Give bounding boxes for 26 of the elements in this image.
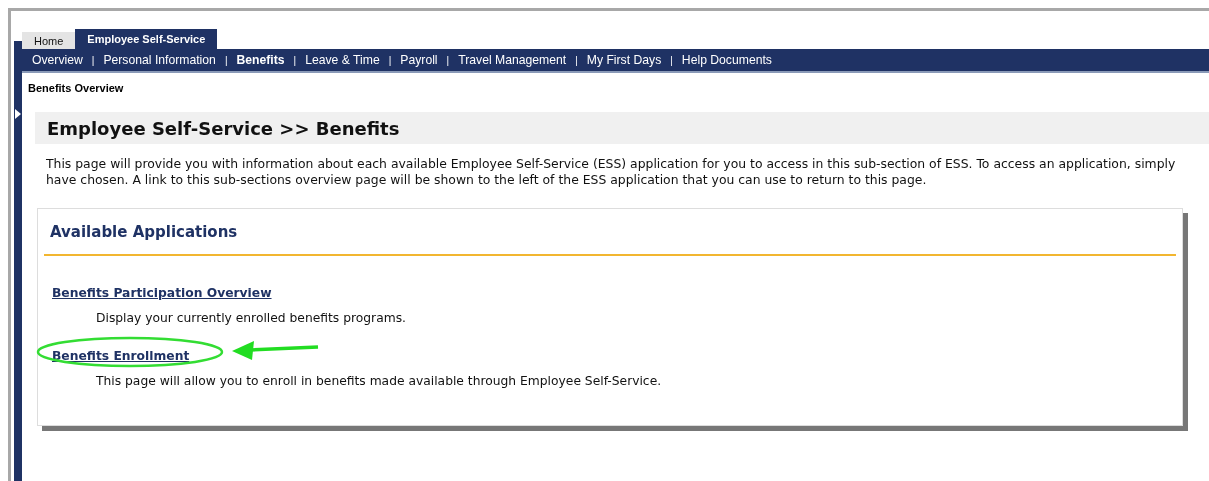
page-title: Employee Self-Service >> Benefits xyxy=(35,112,1209,144)
expand-arrow-icon[interactable] xyxy=(15,109,21,119)
nav-link[interactable]: My First Days xyxy=(586,53,662,67)
intro-text: This page will provide you with information about each available Employee Self-Service (ESS) application for you to access in this sub-section of ESS. To access an application, simply xyxy=(46,156,1177,172)
nav-link[interactable]: Leave & Time xyxy=(305,53,380,67)
nav-link[interactable]: Personal Information xyxy=(103,53,216,67)
nav-separator: | xyxy=(575,54,578,66)
tab[interactable]: Employee Self-Service xyxy=(75,29,218,49)
breadcrumb: Benefits Overview xyxy=(27,81,125,96)
nav-link[interactable]: Benefits xyxy=(236,53,285,67)
nav-link[interactable]: Travel Management xyxy=(458,53,567,67)
nav-separator: | xyxy=(91,54,95,66)
nav-separator: | xyxy=(670,54,673,66)
application-description: Display your currently enrolled benefits programs. xyxy=(96,311,407,325)
application-description: This page will allow you to enroll in benefits made available through Employee Self-Service. xyxy=(96,374,663,388)
application-link[interactable]: Benefits Participation Overview xyxy=(52,286,272,300)
card-title: Available Applications xyxy=(44,209,1176,256)
nav-separator: | xyxy=(446,54,450,66)
nav-separator: | xyxy=(293,54,297,66)
tab[interactable]: Home xyxy=(22,32,76,49)
nav-separator: | xyxy=(388,54,392,66)
intro-text: have chosen. A link to this sub-sections overview page will be shown to the left of the ESS application that you can use to return to this page. xyxy=(46,172,928,188)
nav-link[interactable]: Payroll xyxy=(400,53,438,67)
nav-link[interactable]: Help Documents xyxy=(681,53,772,67)
nav-link[interactable]: Overview xyxy=(32,53,83,67)
nav-separator: | xyxy=(224,54,228,66)
